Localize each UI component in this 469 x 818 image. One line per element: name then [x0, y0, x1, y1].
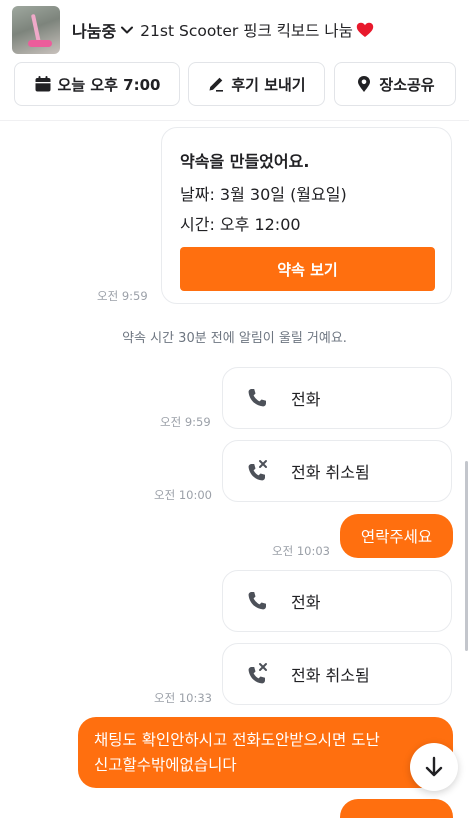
action-bar: 오늘 오후 7:00 후기 보내기 장소공유 — [14, 62, 456, 106]
chevron-down-icon[interactable] — [120, 23, 134, 37]
phone-icon — [248, 592, 266, 610]
schedule-button[interactable]: 오늘 오후 7:00 — [14, 62, 180, 106]
message-line: 신고할수밖에없습니다 — [94, 756, 237, 774]
system-message: 약속 시간 30분 전에 알림이 울릴 거예요. — [122, 331, 347, 346]
appointment-time: 시간: 오후 12:00 — [180, 215, 301, 234]
message-timestamp: 오전 9:59 — [97, 289, 148, 303]
missed-call-icon — [248, 663, 267, 684]
message-timestamp: 오전 10:00 — [154, 488, 212, 502]
appointment-title: 약속을 만들었어요. — [180, 152, 310, 171]
call-message[interactable]: 전화 — [222, 570, 452, 632]
scroll-to-bottom-button[interactable] — [410, 743, 458, 791]
schedule-label: 오늘 오후 7:00 — [57, 75, 161, 94]
appointment-card: 약속을 만들었어요. 날짜: 3월 30일 (월요일) 시간: 오후 12:00… — [161, 127, 452, 304]
send-review-button[interactable]: 후기 보내기 — [188, 62, 325, 106]
phone-icon — [248, 389, 266, 407]
call-message[interactable]: 전화 — [222, 367, 452, 429]
review-label: 후기 보내기 — [231, 75, 306, 94]
outgoing-message[interactable]: 채팅도 확인안하시고 전화도안받으시면 도난 신고할수밖에없습니다 — [78, 717, 453, 788]
product-thumbnail[interactable] — [12, 6, 60, 54]
share-location-button[interactable]: 장소공유 — [334, 62, 456, 106]
outgoing-message-partial[interactable] — [340, 799, 453, 818]
message-timestamp: 오전 10:33 — [154, 691, 212, 705]
call-label: 전화 취소됨 — [291, 463, 370, 482]
calendar-icon — [35, 76, 51, 92]
product-title[interactable]: 21st Scooter 핑크 킥보드 나눔 — [140, 19, 353, 41]
pencil-icon — [209, 77, 224, 92]
scrollbar[interactable] — [465, 461, 468, 651]
location-label: 장소공유 — [379, 75, 435, 94]
missed-call-icon — [248, 460, 267, 481]
scooter-deck-shape — [28, 40, 52, 47]
call-label: 전화 — [291, 593, 321, 612]
outgoing-message[interactable]: 연락주세요 — [340, 514, 453, 558]
call-label: 전화 — [291, 390, 321, 409]
view-appointment-button[interactable]: 약속 보기 — [180, 247, 435, 291]
arrow-down-icon — [425, 756, 443, 777]
message-timestamp: 오전 10:03 — [272, 544, 330, 558]
call-cancelled-message[interactable]: 전화 취소됨 — [222, 643, 452, 705]
location-pin-icon — [358, 76, 371, 92]
call-cancelled-message[interactable]: 전화 취소됨 — [222, 440, 452, 502]
trade-status[interactable]: 나눔중 — [72, 18, 116, 42]
appointment-date: 날짜: 3월 30일 (월요일) — [180, 185, 347, 204]
call-label: 전화 취소됨 — [291, 666, 370, 685]
message-line: 채팅도 확인안하시고 전화도안받으시면 도난 — [94, 731, 380, 749]
heart-icon — [356, 22, 374, 37]
chat-area[interactable]: 오전 9:59 약속을 만들었어요. 날짜: 3월 30일 (월요일) 시간: … — [0, 121, 469, 818]
message-timestamp: 오전 9:59 — [160, 415, 211, 429]
chat-header: 나눔중 21st Scooter 핑크 킥보드 나눔 — [0, 0, 469, 60]
